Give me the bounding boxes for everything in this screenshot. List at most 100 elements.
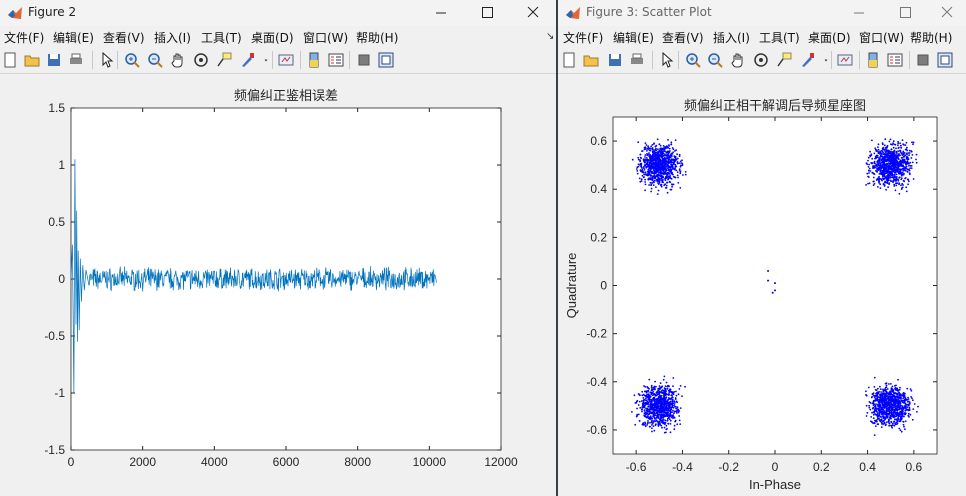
rotate-3d-icon[interactable]: [193, 52, 209, 68]
pan-icon[interactable]: [730, 52, 746, 68]
minimize-button[interactable]: [418, 0, 464, 26]
scatter-point: [892, 180, 894, 183]
save-icon[interactable]: [46, 52, 62, 68]
scatter-point: [891, 168, 894, 170]
insert-colorbar-icon[interactable]: [865, 52, 881, 68]
show-plot-tools-icon[interactable]: [937, 52, 953, 68]
data-cursor-icon[interactable]: [216, 52, 232, 68]
menu-window[interactable]: 窗口(W): [303, 29, 348, 46]
open-file-icon[interactable]: [24, 52, 40, 68]
scatter-point: [644, 154, 647, 156]
menu-edit[interactable]: 编辑(E): [613, 29, 654, 46]
scatter-point: [877, 414, 879, 417]
scatter-point: [658, 405, 661, 408]
menu-view[interactable]: 查看(V): [662, 29, 704, 46]
scatter-point: [886, 421, 888, 423]
scatter-point: [670, 168, 673, 171]
scatter-point: [880, 397, 883, 399]
scatter-point: [890, 417, 892, 420]
scatter-point: [884, 395, 886, 398]
scatter-point: [897, 378, 899, 381]
menu-help[interactable]: 帮助(H): [356, 29, 398, 46]
scatter-point: [655, 163, 658, 165]
scatter-point: [895, 415, 897, 418]
link-plot-icon[interactable]: [278, 52, 294, 68]
hide-plot-tools-icon[interactable]: [356, 52, 372, 68]
menu-tools[interactable]: 工具(T): [201, 29, 242, 46]
maximize-button[interactable]: [464, 0, 510, 26]
menu-insert[interactable]: 插入(I): [154, 29, 191, 46]
new-figure-icon[interactable]: [561, 52, 577, 68]
close-button[interactable]: [510, 0, 556, 26]
print-icon[interactable]: [68, 52, 84, 68]
menu-tools[interactable]: 工具(T): [759, 29, 800, 46]
scatter-point: [671, 402, 673, 405]
scatter-point: [647, 171, 650, 174]
menu-help[interactable]: 帮助(H): [910, 29, 952, 46]
pan-icon[interactable]: [170, 52, 186, 68]
zoom-in-icon[interactable]: [124, 52, 140, 68]
open-file-icon[interactable]: [583, 52, 599, 68]
scatter-point: [912, 141, 915, 144]
new-figure-icon[interactable]: [2, 52, 18, 68]
zoom-out-icon[interactable]: [707, 52, 723, 68]
scatter-point: [868, 404, 870, 407]
save-icon[interactable]: [607, 52, 623, 68]
print-icon[interactable]: [629, 52, 645, 68]
scatter-point: [656, 193, 659, 195]
scatter-point: [883, 407, 886, 409]
scatter-point: [879, 183, 882, 186]
scatter-point: [661, 398, 663, 400]
scatter-point: [871, 139, 873, 142]
link-plot-icon[interactable]: [837, 52, 853, 68]
hide-plot-tools-icon[interactable]: [915, 52, 931, 68]
title-bar[interactable]: Figure 3: Scatter Plot: [558, 0, 966, 26]
scatter-point: [659, 147, 662, 150]
scatter-point: [774, 289, 776, 292]
scatter-point: [675, 390, 677, 393]
scatter-point: [659, 162, 662, 165]
brush-dropdown-icon[interactable]: [262, 52, 270, 68]
menu-desktop[interactable]: 桌面(D): [251, 29, 294, 46]
minimize-button[interactable]: [836, 0, 882, 26]
scatter-point: [900, 144, 902, 147]
menu-window[interactable]: 窗口(W): [859, 29, 904, 46]
scatter-point: [894, 169, 897, 172]
scatter-point: [668, 407, 671, 410]
scatter-point: [650, 184, 652, 186]
brush-icon[interactable]: [799, 52, 815, 68]
menu-file[interactable]: 文件(F): [563, 29, 603, 46]
zoom-in-icon[interactable]: [685, 52, 701, 68]
close-button[interactable]: [924, 0, 966, 26]
data-cursor-icon[interactable]: [776, 52, 792, 68]
scatter-point: [654, 424, 657, 427]
pointer-icon[interactable]: [99, 52, 115, 68]
brush-icon[interactable]: [239, 52, 255, 68]
scatter-point: [878, 412, 881, 415]
brush-dropdown-icon[interactable]: [822, 52, 830, 68]
scatter-point: [643, 167, 645, 170]
pointer-icon[interactable]: [659, 52, 675, 68]
y-tick-label: 0.5: [48, 215, 65, 229]
scatter-point: [663, 399, 666, 401]
menu-view[interactable]: 查看(V): [103, 29, 145, 46]
title-bar[interactable]: Figure 2: [0, 0, 556, 26]
insert-colorbar-icon[interactable]: [306, 52, 322, 68]
menu-file[interactable]: 文件(F): [4, 29, 44, 46]
dock-arrow-icon[interactable]: ↘: [546, 31, 554, 42]
menu-edit[interactable]: 编辑(E): [53, 29, 94, 46]
menu-desktop[interactable]: 桌面(D): [808, 29, 851, 46]
y-tick-label: -0.4: [586, 375, 607, 389]
rotate-3d-icon[interactable]: [753, 52, 769, 68]
scatter-point: [674, 405, 676, 408]
menu-insert[interactable]: 插入(I): [713, 29, 750, 46]
minimize-icon: [854, 12, 864, 14]
zoom-out-icon[interactable]: [147, 52, 163, 68]
insert-legend-icon[interactable]: [328, 52, 344, 68]
scatter-point: [884, 153, 887, 155]
scatter-point: [633, 394, 636, 397]
insert-legend-icon[interactable]: [887, 52, 903, 68]
scatter-point: [911, 397, 913, 400]
show-plot-tools-icon[interactable]: [378, 52, 394, 68]
maximize-button[interactable]: [882, 0, 928, 26]
